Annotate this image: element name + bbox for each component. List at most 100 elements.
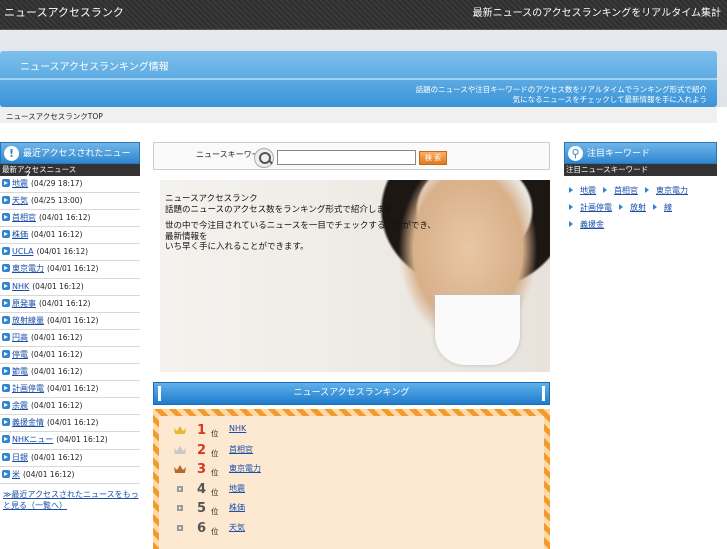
arrow-icon xyxy=(652,204,658,211)
ranking-link[interactable]: 株価 xyxy=(229,502,245,513)
ranking-link[interactable]: 東京電力 xyxy=(229,463,261,474)
search-icon: ⚲ xyxy=(568,146,583,161)
news-link[interactable]: NHKニュー xyxy=(12,435,53,444)
news-link[interactable]: 株価 xyxy=(12,230,28,239)
ranking-link[interactable]: 地震 xyxy=(229,483,245,494)
arrow-icon xyxy=(568,221,574,228)
news-link[interactable]: 米 xyxy=(12,470,20,479)
list-item: 義援金情 (04/01 16:12) xyxy=(0,415,140,433)
gold-crown-icon xyxy=(174,426,186,434)
rank-number: 5 xyxy=(197,501,207,516)
keyword-link[interactable]: 義援金 xyxy=(580,220,604,229)
keyword-tag: 放射 xyxy=(618,203,646,212)
ranking-row: 5 位 株価 xyxy=(159,501,544,522)
hero-line: 最新情報を xyxy=(165,231,208,242)
keyword-link[interactable]: 地震 xyxy=(580,186,596,195)
banner-title[interactable]: ニュースアクセスランキング情報 xyxy=(20,58,169,73)
arrow-icon xyxy=(644,187,650,194)
news-link[interactable]: 放射線量 xyxy=(12,316,44,325)
rank-unit: 位 xyxy=(211,448,219,458)
hero-line: 話題のニュースのアクセス数をランキング形式で紹介します xyxy=(165,204,394,215)
hero-line: 世の中で今注目されているニュースを一目でチェックすることができ、 xyxy=(165,221,436,231)
rank-unit: 位 xyxy=(211,429,219,438)
news-link[interactable]: UCLA xyxy=(12,247,34,256)
site-name[interactable]: ニュースアクセスランク xyxy=(4,4,124,20)
ranking-box: 1 位 NHK 2 位首相官 3 位東京電力 4 位地震 5 位株価 6 位天気 xyxy=(153,409,550,549)
left-sidebar: ! 最近アクセスされたニュース 最新アクセスニュース 地震 (04/29 18:1… xyxy=(0,142,140,511)
list-item: 円高 (04/01 16:12) xyxy=(0,330,140,347)
ranking-list: 1 位 NHK 2 位首相官 3 位東京電力 4 位地震 5 位株価 6 位天気 xyxy=(159,416,544,549)
list-item: 節電 (04/01 16:12) xyxy=(0,364,140,382)
ranking-row: 2 位首相官 xyxy=(159,443,544,464)
arrow-icon xyxy=(568,204,574,211)
rank-number: 6 xyxy=(197,520,207,536)
news-link[interactable]: 停電 xyxy=(12,350,28,359)
ranking-link[interactable]: 首相官 xyxy=(229,444,253,455)
news-link[interactable]: 日銀 xyxy=(12,453,28,462)
keyword-link[interactable]: 線 xyxy=(664,203,672,212)
news-link[interactable]: 節電 xyxy=(12,367,28,376)
access-time: (04/01 16:12) xyxy=(47,418,99,428)
keyword-link[interactable]: 計画停電 xyxy=(580,203,612,212)
keyword-tag: 計画停電 xyxy=(568,203,612,212)
list-item: 首相官 (04/01 16:12) xyxy=(0,210,140,228)
search-button[interactable]: 検 索 xyxy=(419,151,447,165)
rank-unit: 位 xyxy=(211,468,219,477)
banner: ニュースアクセスランキング情報 話題のニュースや注目キーワードのアクセス数をリア… xyxy=(0,51,717,107)
arrow-icon xyxy=(2,469,10,478)
list-item: 地震 (04/29 18:17) xyxy=(0,176,140,194)
breadcrumb-home-link[interactable]: ニュースアクセスランクTOP xyxy=(6,112,103,121)
news-link[interactable]: 天気 xyxy=(12,196,28,205)
news-link[interactable]: 計画停電 xyxy=(12,384,44,393)
banner-description-line: 話題のニュースや注目キーワードのアクセス数をリアルタイムでランキング形式で紹介 xyxy=(415,85,707,94)
arrow-icon xyxy=(618,204,624,211)
arrow-icon xyxy=(2,367,10,376)
ranking-row: 4 位地震 xyxy=(159,482,544,503)
rank-unit: 位 xyxy=(211,507,219,516)
news-link[interactable]: 東京電力 xyxy=(12,264,44,273)
list-item: 放射線量 (04/01 16:12) xyxy=(0,313,140,330)
more-recent-news-link[interactable]: ≫最近アクセスされたニュースをもっと見る（一覧へ） xyxy=(0,484,140,511)
news-link[interactable]: 義援金情 xyxy=(12,418,44,427)
access-time: (04/01 16:12) xyxy=(31,332,83,342)
access-time: (04/01 16:12) xyxy=(31,349,83,359)
rank-number: 1 xyxy=(197,423,207,438)
recent-news-subtitle: 最新アクセスニュース xyxy=(0,164,140,176)
arrow-icon xyxy=(2,264,10,273)
keyword-tag: 首相官 xyxy=(602,186,638,195)
list-item: 天気 (04/25 13:00) xyxy=(0,193,140,211)
arrow-icon xyxy=(2,332,10,341)
list-item: 東京電力 (04/01 16:12) xyxy=(0,261,140,279)
arrow-icon xyxy=(568,187,574,194)
news-link[interactable]: 原発事 xyxy=(12,299,36,308)
access-time: (04/01 16:12) xyxy=(31,230,83,240)
access-time: (04/01 16:12) xyxy=(31,401,83,411)
access-time: (04/01 16:12) xyxy=(47,384,99,394)
keyword-tags: 地震 首相官 東京電力計画停電 放射 線義援金 xyxy=(564,176,717,233)
arrow-icon xyxy=(2,452,10,461)
arrow-icon xyxy=(602,187,608,194)
arrow-icon xyxy=(2,401,10,410)
hero-image: ニュースアクセスランク 話題のニュースのアクセス数をランキング形式で紹介します 世… xyxy=(160,180,550,372)
search-bar: ニュースキーワード 検 索 xyxy=(153,142,550,170)
arrow-icon xyxy=(2,298,10,307)
arrow-icon xyxy=(2,435,10,444)
news-link[interactable]: 円高 xyxy=(12,333,28,342)
news-link[interactable]: NHK xyxy=(12,282,29,291)
news-link[interactable]: 首相官 xyxy=(12,213,36,222)
search-input[interactable] xyxy=(277,150,416,165)
ranking-link[interactable]: 天気 xyxy=(229,522,245,533)
banner-description: 話題のニュースや注目キーワードのアクセス数をリアルタイムでランキング形式で紹介 … xyxy=(416,85,707,105)
news-link[interactable]: 余震 xyxy=(12,401,28,410)
ranking-row: 1 位 NHK xyxy=(159,423,544,444)
ranking-link[interactable]: NHK xyxy=(229,424,246,433)
arrow-icon xyxy=(2,315,10,324)
keyword-link[interactable]: 東京電力 xyxy=(656,186,688,195)
keyword-link[interactable]: 首相官 xyxy=(614,186,638,195)
coffee-cup-icon xyxy=(435,295,520,365)
access-time: (04/01 16:12) xyxy=(39,298,91,308)
right-sidebar: ⚲ 注目キーワード 注目ニュースキーワード 地震 首相官 東京電力計画停電 放射 線義援… xyxy=(564,142,717,233)
rank-bullet-icon xyxy=(177,524,183,531)
keyword-link[interactable]: 放射 xyxy=(630,203,646,212)
rank-unit: 位 xyxy=(211,487,219,497)
